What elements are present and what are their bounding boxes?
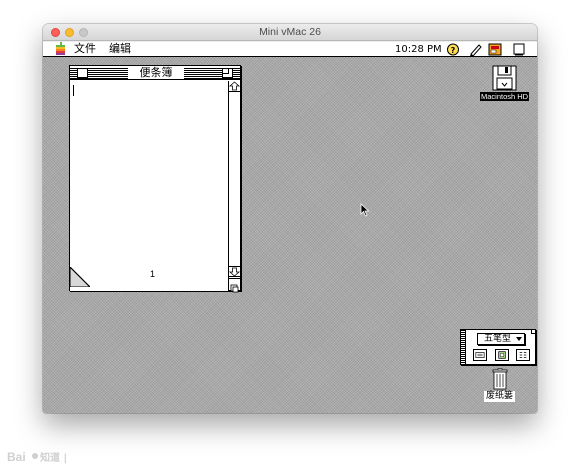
chevron-down-icon — [516, 337, 522, 341]
emulator-window: Mini vMac 26 文件 编辑 10:28 PM ? 便条簿 1 Maci… — [43, 24, 537, 413]
mac-desktop[interactable]: 文件 编辑 10:28 PM ? 便条簿 1 Macintosh HD 五笔型 … — [43, 42, 537, 413]
dictionary-icon[interactable] — [495, 349, 509, 361]
pencil-icon[interactable] — [468, 43, 482, 56]
note-pad-window[interactable]: 便条簿 1 — [69, 65, 241, 293]
help-icon[interactable]: ? — [446, 43, 460, 56]
menu-file[interactable]: 文件 — [74, 42, 96, 56]
settings-icon[interactable] — [516, 349, 530, 361]
scroll-down-arrow-icon[interactable] — [228, 266, 241, 277]
floppy-disk-icon[interactable] — [492, 65, 517, 91]
note-pad-close-box[interactable] — [77, 68, 88, 78]
page-number: 1 — [150, 269, 156, 279]
window-titlebar[interactable]: Mini vMac 26 — [43, 24, 537, 41]
note-pad-title: 便条簿 — [128, 66, 184, 79]
input-method-select[interactable]: 五笔型 — [477, 333, 525, 345]
watermark-logo: Bai 知道 | — [7, 450, 67, 464]
apple-icon[interactable] — [55, 42, 66, 56]
palette-drag-bar[interactable] — [461, 330, 466, 364]
page-curl-icon[interactable] — [70, 267, 90, 287]
menu-edit[interactable]: 编辑 — [109, 42, 131, 56]
note-pad-titlebar[interactable]: 便条簿 — [70, 66, 240, 80]
menu-bar: 文件 编辑 10:28 PM ? — [43, 42, 537, 57]
input-method-palette[interactable]: 五笔型 — [460, 329, 536, 365]
trash-icon[interactable] — [492, 368, 508, 390]
scroll-up-arrow-icon[interactable] — [228, 81, 241, 92]
keyboard-icon[interactable] — [473, 349, 487, 361]
svg-text:Bai: Bai — [7, 450, 26, 464]
mouse-pointer-icon — [360, 203, 370, 217]
input-method-selected: 五笔型 — [484, 334, 512, 344]
application-icon[interactable] — [488, 43, 502, 56]
size-box-icon[interactable] — [229, 278, 240, 293]
text-cursor — [73, 85, 74, 96]
svg-text:?: ? — [451, 46, 456, 55]
window-title: Mini vMac 26 — [259, 26, 321, 38]
note-pad-text-area[interactable]: 1 — [70, 81, 228, 291]
note-pad-zoom-box[interactable] — [222, 68, 233, 78]
svg-text:知道 |: 知道 | — [39, 451, 67, 464]
disk-label[interactable]: Macintosh HD — [480, 92, 530, 101]
menu-clock[interactable]: 10:28 PM — [395, 42, 442, 57]
palette-close-box[interactable] — [531, 329, 536, 334]
trash-label[interactable]: 废纸篓 — [484, 391, 516, 402]
finder-icon[interactable] — [512, 43, 526, 56]
note-pad-scrollbar[interactable] — [228, 81, 241, 293]
